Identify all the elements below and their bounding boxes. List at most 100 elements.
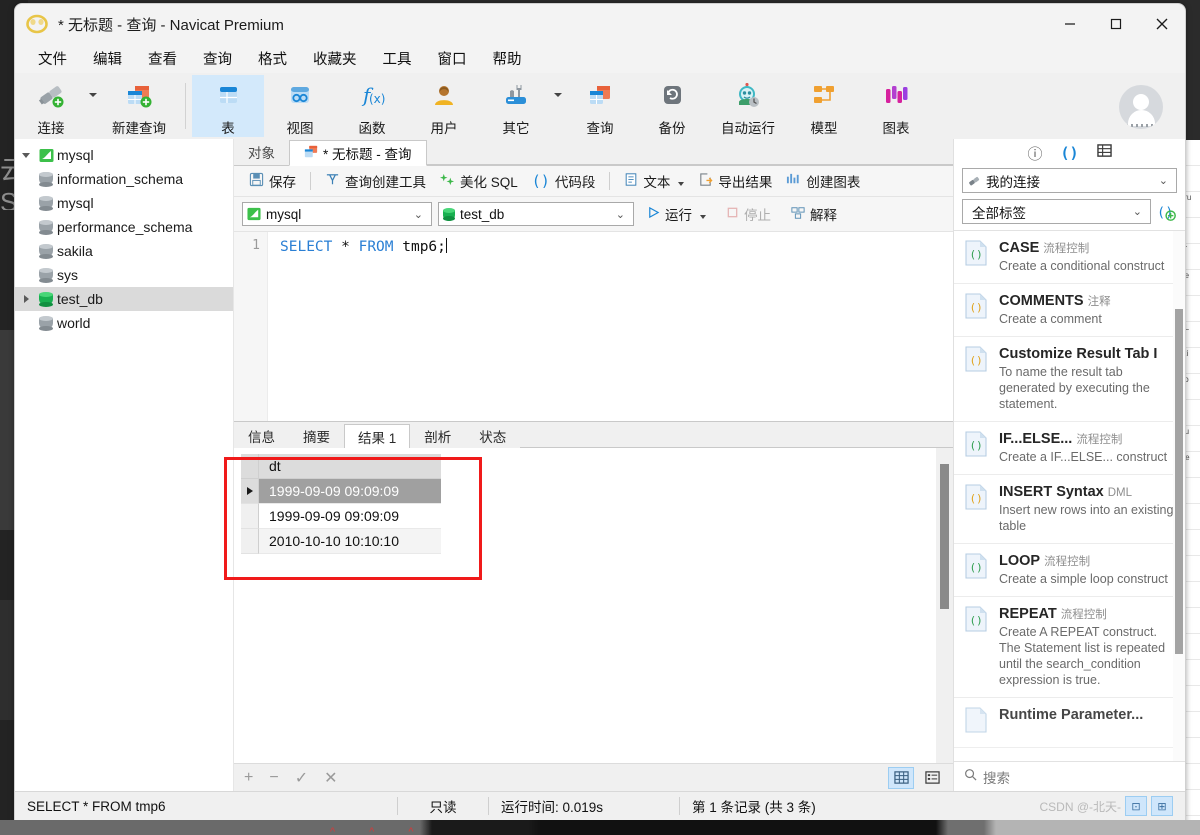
save-button[interactable]: 保存: [242, 168, 303, 194]
snippet-desc: Create a comment: [999, 312, 1102, 326]
toolbar-table-button[interactable]: 表: [192, 75, 264, 137]
snippet-item-loop[interactable]: () LOOP 流程控制 Create a simple loop constru…: [954, 544, 1185, 597]
toolbar-user-button[interactable]: 用户: [408, 75, 480, 137]
snippets-label: 代码段: [554, 175, 596, 190]
expand-chevron-right-icon[interactable]: [17, 295, 35, 303]
other-dropdown-arrow[interactable]: [552, 75, 564, 137]
tree-item-sys[interactable]: sys: [15, 263, 233, 287]
snippet-item-runtime-parameter[interactable]: Runtime Parameter...: [954, 698, 1185, 748]
beautify-sql-button[interactable]: 美化 SQL: [433, 168, 525, 194]
grid-icon[interactable]: [1096, 144, 1112, 162]
menu-item-file[interactable]: 文件: [25, 45, 80, 72]
toolbar-backup-button[interactable]: 备份: [636, 75, 708, 137]
toolbar-connection-button[interactable]: 连接: [15, 75, 87, 137]
result-tab-summary[interactable]: 摘要: [289, 423, 344, 448]
tree-item-performance_schema[interactable]: performance_schema: [15, 215, 233, 239]
chevron-down-icon[interactable]: ⌄: [612, 208, 629, 221]
cell-dt[interactable]: 1999-09-09 09:09:09: [259, 504, 441, 529]
snippet-item-case[interactable]: () CASE 流程控制 Create a conditional constru…: [954, 231, 1185, 284]
sql-code[interactable]: SELECT * FROM tmp6;: [268, 232, 953, 421]
add-record-button[interactable]: +: [244, 769, 253, 787]
table-row[interactable]: 1999-09-09 09:09:09: [241, 504, 441, 529]
run-dropdown-arrow[interactable]: [700, 207, 706, 222]
snippet-item-insert-syntax[interactable]: () INSERT Syntax DML Insert new rows into…: [954, 475, 1185, 544]
snippets-button[interactable]: () 代码段: [525, 168, 603, 194]
menu-item-query[interactable]: 查询: [190, 45, 245, 72]
cancel-record-button[interactable]: ✕: [324, 768, 337, 788]
grid-view-button[interactable]: [888, 766, 914, 789]
result-vertical-scrollbar[interactable]: [936, 448, 953, 763]
tree-item-sakila[interactable]: sakila: [15, 239, 233, 263]
panel-tag-select[interactable]: 全部标签 ⌄: [962, 199, 1151, 224]
result-tab-result1[interactable]: 结果 1: [344, 424, 411, 449]
avatar[interactable]: [1119, 85, 1163, 129]
tab-objects[interactable]: 对象: [234, 139, 289, 165]
column-header-dt[interactable]: dt: [259, 454, 441, 479]
result-tab-status[interactable]: 状态: [465, 423, 520, 448]
result-tab-profile[interactable]: 剖析: [410, 423, 465, 448]
query-builder-button[interactable]: 查询创建工具: [318, 168, 433, 194]
toolbar-model-button[interactable]: 模型: [788, 75, 860, 137]
cell-dt[interactable]: 1999-09-09 09:09:09: [259, 479, 441, 504]
snippet-item-repeat[interactable]: () REPEAT 流程控制 Create A REPEAT construct.…: [954, 597, 1185, 698]
search-input[interactable]: 搜索: [983, 767, 1010, 787]
tree-item-world[interactable]: world: [15, 311, 233, 335]
result-tab-info[interactable]: 信息: [234, 423, 289, 448]
toolbar-query-button[interactable]: 查询: [564, 75, 636, 137]
maximize-button[interactable]: [1093, 4, 1139, 44]
sql-editor[interactable]: 1 SELECT * FROM tmp6;: [234, 232, 953, 421]
toolbar-automation-button[interactable]: 自动运行: [708, 75, 788, 137]
panel-connection-select[interactable]: 我的连接 ⌄: [962, 168, 1177, 193]
menu-item-window[interactable]: 窗口: [425, 45, 480, 72]
snippet-item-comments[interactable]: () COMMENTS 注释 Create a comment: [954, 284, 1185, 337]
snippet-scrollbar[interactable]: [1173, 231, 1185, 761]
table-row[interactable]: 1999-09-09 09:09:09: [241, 479, 441, 504]
connection-select[interactable]: mysql ⌄: [242, 202, 432, 226]
toolbar-function-button[interactable]: f (x) 函数: [336, 75, 408, 137]
snippet-search[interactable]: 搜索: [954, 761, 1185, 791]
tree-item-information_schema[interactable]: information_schema: [15, 167, 233, 191]
scrollbar-thumb[interactable]: [1175, 309, 1183, 654]
chevron-down-icon[interactable]: ⌄: [410, 208, 427, 221]
menu-item-tools[interactable]: 工具: [370, 45, 425, 72]
minimize-button[interactable]: [1047, 4, 1093, 44]
expand-chevron-down-icon[interactable]: [17, 152, 35, 158]
menu-item-format[interactable]: 格式: [245, 45, 300, 72]
snippet-item-customize-result-tab[interactable]: () Customize Result Tab I To name the re…: [954, 337, 1185, 422]
menu-item-view[interactable]: 查看: [135, 45, 190, 72]
run-button[interactable]: 运行: [640, 201, 713, 227]
tree-item-test_db[interactable]: test_db: [15, 287, 233, 311]
info-icon[interactable]: ⓘ: [1027, 143, 1042, 164]
remove-record-button[interactable]: −: [269, 769, 278, 787]
menu-item-help[interactable]: 帮助: [480, 45, 535, 72]
menu-item-edit[interactable]: 编辑: [80, 45, 135, 72]
toolbar-new-query-button[interactable]: 新建查询: [99, 75, 179, 137]
database-select[interactable]: test_db ⌄: [438, 202, 634, 226]
create-chart-button[interactable]: 创建图表: [779, 168, 867, 194]
tree-item-mysql[interactable]: mysql: [15, 191, 233, 215]
close-button[interactable]: [1139, 4, 1185, 44]
toolbar-table-label: 表: [221, 121, 235, 136]
code-icon[interactable]: (): [1060, 144, 1078, 162]
cell-dt[interactable]: 2010-10-10 10:10:10: [259, 529, 441, 554]
text-dropdown-arrow[interactable]: [678, 174, 685, 189]
toolbar-view-button[interactable]: 视图: [264, 75, 336, 137]
table-row[interactable]: 2010-10-10 10:10:10: [241, 529, 441, 554]
tab-query[interactable]: * 无标题 - 查询: [289, 140, 427, 166]
chevron-down-icon[interactable]: ⌄: [1155, 174, 1172, 187]
chevron-down-icon[interactable]: ⌄: [1129, 205, 1146, 218]
connection-dropdown-arrow[interactable]: [87, 75, 99, 137]
confirm-record-button[interactable]: ✓: [295, 768, 308, 788]
toolbar-chart-button[interactable]: 图表: [860, 75, 932, 137]
add-snippet-icon[interactable]: (): [1157, 202, 1177, 222]
text-button[interactable]: 文本: [617, 168, 691, 194]
scrollbar-thumb[interactable]: [940, 464, 949, 609]
form-view-button[interactable]: [919, 767, 945, 789]
toolbar-other-button[interactable]: 其它: [480, 75, 552, 137]
explain-button[interactable]: 解释: [784, 201, 844, 227]
snippet-list[interactable]: () CASE 流程控制 Create a conditional constru…: [954, 230, 1185, 761]
snippet-item-if-else[interactable]: () IF...ELSE... 流程控制 Create a IF...ELSE..…: [954, 422, 1185, 475]
export-result-button[interactable]: 导出结果: [691, 168, 779, 194]
menu-item-favorites[interactable]: 收藏夹: [300, 45, 370, 72]
tree-item-mysql-connection[interactable]: mysql: [15, 143, 233, 167]
